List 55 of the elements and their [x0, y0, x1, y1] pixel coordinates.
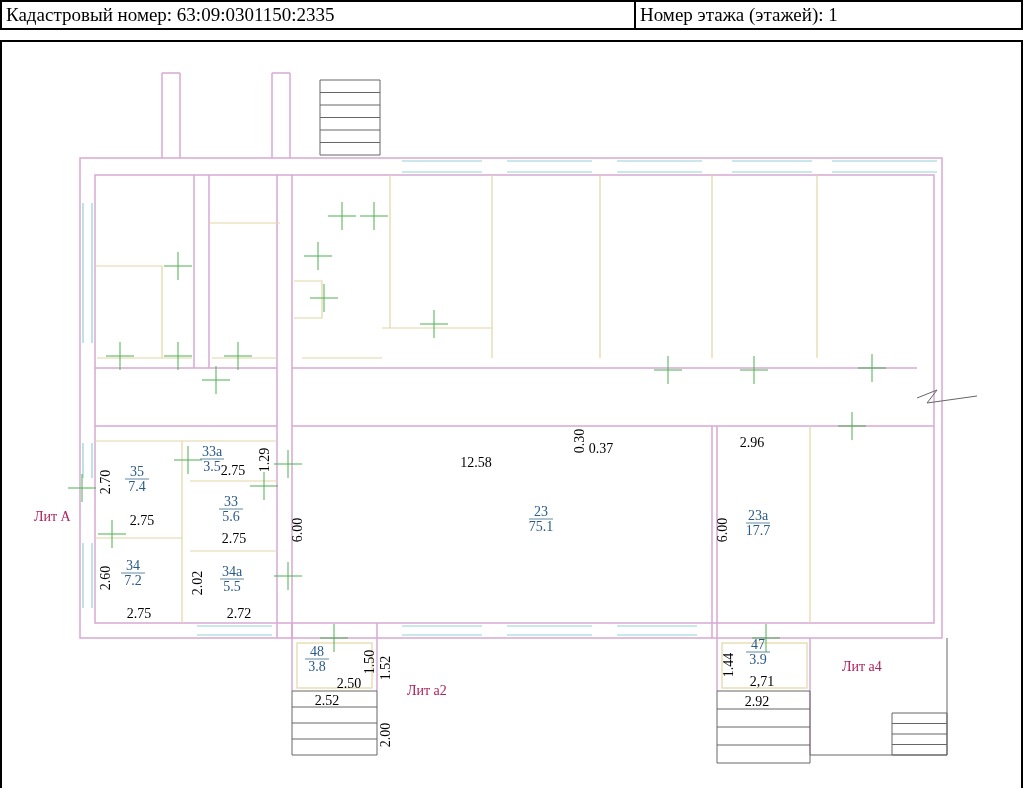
dimension-label: 2,71 [749, 674, 775, 689]
dimension-label: 2.02 [190, 570, 205, 596]
dimension-label: 2.52 [314, 693, 340, 708]
room-number: 35 [130, 464, 144, 479]
dimension-label: 2.70 [98, 469, 113, 495]
fraction-line [745, 651, 771, 653]
dimension-label: 1.29 [257, 447, 272, 473]
fraction-line [528, 518, 554, 520]
dimension-label: 1.50 [362, 649, 377, 675]
fraction-line [304, 658, 330, 660]
room-number: 23а [747, 508, 769, 523]
dimension-label: 2.92 [744, 694, 770, 709]
dimension-label: 2.96 [739, 435, 765, 450]
dimension-label: 2.60 [98, 565, 113, 591]
dimension-label: 1.52 [378, 655, 393, 681]
dimension-label: 12.58 [460, 455, 492, 470]
dimension-label: 2.00 [378, 722, 393, 748]
dimension-label: 2.75 [129, 513, 155, 528]
dimension-label: 6.00 [715, 517, 730, 543]
room-area: 7.4 [128, 479, 146, 494]
room-number: 23 [534, 504, 548, 519]
dimension-label: 1.44 [721, 652, 736, 678]
cadastral-number: Кадастровый номер: 63:09:0301150:2335 [2, 2, 636, 28]
room-number: 34 [126, 558, 140, 573]
room-area: 3.8 [308, 659, 326, 674]
room-number: 33а [201, 444, 223, 459]
room-number: 48 [310, 644, 324, 659]
room-area: 5.6 [222, 509, 240, 524]
room-area: 75.1 [528, 519, 554, 534]
floor-number: Номер этажа (этажей): 1 [639, 3, 839, 27]
dimension-label: 2.72 [226, 606, 252, 621]
fraction-line [745, 522, 771, 524]
room-area: 3.9 [749, 652, 767, 667]
dimension-label: 2.75 [221, 531, 247, 546]
room-number: 47 [751, 637, 765, 652]
building-part-label: Лит А [34, 509, 71, 524]
fraction-line [219, 578, 245, 580]
fraction-line [120, 572, 146, 574]
dimension-label: 0.30 [572, 428, 587, 454]
dimension-label: 0.37 [588, 441, 614, 456]
fraction-line [124, 478, 150, 480]
room-area: 17.7 [745, 523, 771, 538]
room-number: 34а [221, 564, 243, 579]
dimension-label: 2.75 [220, 463, 246, 478]
building-part-label: Лит а4 [842, 659, 882, 674]
dimension-label: 2.50 [336, 676, 362, 691]
room-area: 3.5 [203, 459, 221, 474]
dimension-label: 6.00 [290, 517, 305, 543]
room-area: 5.5 [223, 579, 241, 594]
room-number: 33 [224, 494, 238, 509]
building-part-label: Лит а2 [407, 683, 447, 698]
fraction-line [199, 458, 225, 460]
room-area: 7.2 [124, 573, 142, 588]
fraction-line [218, 508, 244, 510]
dimension-label: 2.75 [126, 606, 152, 621]
